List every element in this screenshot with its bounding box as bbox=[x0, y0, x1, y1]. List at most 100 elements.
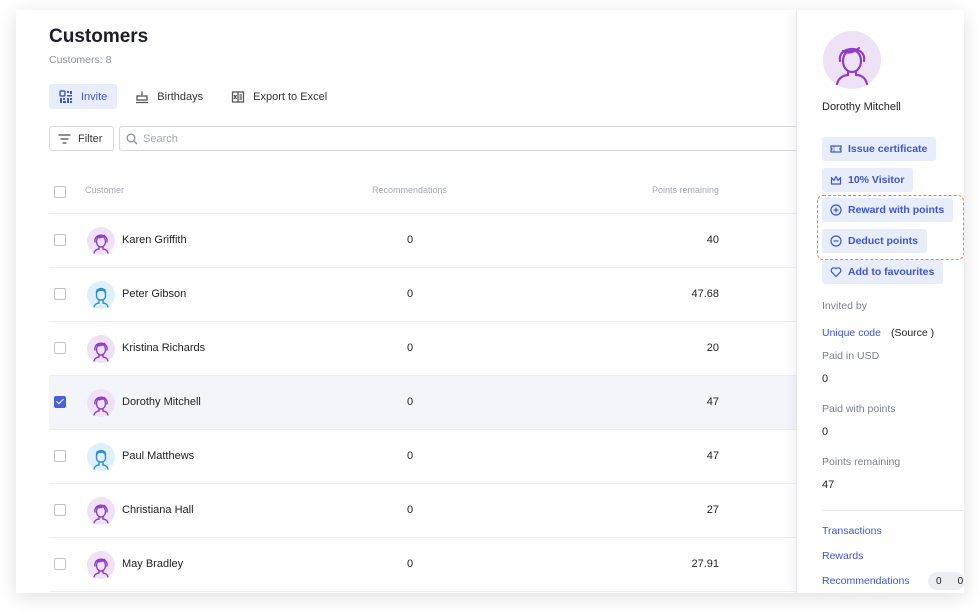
row-checkbox[interactable] bbox=[54, 234, 66, 246]
search-input[interactable] bbox=[143, 132, 743, 145]
customers-count: Customers: 8 bbox=[49, 54, 112, 66]
ticket-icon bbox=[830, 145, 842, 153]
recommendations-cell: 0 bbox=[407, 558, 414, 570]
recommendations-cell: 0 bbox=[407, 288, 414, 300]
issue-certificate-button[interactable]: Issue certificate bbox=[822, 137, 937, 161]
male-avatar-icon bbox=[87, 443, 115, 471]
table-row[interactable]: Peter Gibson 0 47.68 bbox=[49, 268, 796, 322]
recommendations-count-second: 0 bbox=[957, 575, 964, 587]
points-cell: 47.68 bbox=[691, 288, 719, 300]
points-cell: 40 bbox=[706, 234, 719, 246]
points-cell: 27.91 bbox=[691, 558, 719, 570]
visitor-status-label: 10% Visitor bbox=[848, 174, 905, 186]
add-favourites-button[interactable]: Add to favourites bbox=[822, 260, 944, 284]
minus-circle-icon bbox=[830, 235, 842, 247]
invite-button[interactable]: Invite bbox=[49, 84, 118, 109]
search-icon bbox=[126, 133, 138, 144]
plus-circle-icon bbox=[830, 204, 842, 216]
female-avatar-icon bbox=[87, 335, 115, 363]
invited-by-label: Invited by bbox=[822, 300, 867, 312]
table-row[interactable]: Kristina Richards 0 20 bbox=[49, 322, 796, 376]
issue-certificate-label: Issue certificate bbox=[848, 143, 928, 155]
customer-detail-panel: Dorothy Mitchell Issue certificate 10% V… bbox=[796, 10, 964, 593]
birthdays-label: Birthdays bbox=[157, 90, 204, 103]
invited-by-source: (Source ) bbox=[891, 327, 935, 339]
invite-label: Invite bbox=[81, 90, 108, 103]
toolbar: Invite Birthdays Export to Excel bbox=[49, 84, 337, 109]
customer-name-cell[interactable]: Dorothy Mitchell bbox=[122, 396, 201, 408]
table-row[interactable]: Paul Matthews 0 47 bbox=[49, 430, 796, 484]
unique-code-link[interactable]: Unique code bbox=[822, 327, 881, 339]
row-checkbox[interactable] bbox=[54, 396, 66, 408]
visitor-status-button[interactable]: 10% Visitor bbox=[822, 168, 914, 192]
paid-points-value: 0 bbox=[822, 426, 829, 438]
recommendations-cell: 0 bbox=[407, 450, 414, 462]
deduct-points-label: Deduct points bbox=[848, 235, 918, 247]
app-window: Customers Customers: 8 Invite Birthdays … bbox=[16, 10, 964, 593]
excel-icon bbox=[232, 90, 245, 103]
points-cell: 47 bbox=[706, 396, 719, 408]
reward-points-label: Reward with points bbox=[848, 204, 945, 216]
table-header: Customer Recommendations Points remainin… bbox=[49, 172, 796, 214]
paid-usd-label: Paid in USD bbox=[822, 350, 880, 362]
customer-name-cell[interactable]: May Bradley bbox=[122, 558, 183, 570]
export-label: Export to Excel bbox=[253, 90, 328, 103]
recommendations-cell: 0 bbox=[407, 234, 414, 246]
deduct-points-button[interactable]: Deduct points bbox=[822, 229, 927, 253]
reward-points-button[interactable]: Reward with points bbox=[822, 198, 954, 222]
filter-label: Filter bbox=[78, 132, 103, 145]
column-points: Points remaining bbox=[651, 185, 719, 195]
recommendations-cell: 0 bbox=[407, 342, 414, 354]
points-remaining-label: Points remaining bbox=[822, 456, 901, 468]
female-avatar-icon bbox=[87, 551, 115, 579]
customer-name-cell[interactable]: Christiana Hall bbox=[122, 504, 194, 516]
customer-name-cell[interactable]: Kristina Richards bbox=[122, 342, 205, 354]
search-box[interactable] bbox=[119, 126, 809, 151]
paid-points-label: Paid with points bbox=[822, 403, 896, 415]
column-recommendations: Recommendations bbox=[372, 185, 448, 195]
heart-icon bbox=[830, 267, 842, 278]
table-row[interactable]: Karen Griffith 0 40 bbox=[49, 214, 796, 268]
points-remaining-value: 47 bbox=[822, 479, 835, 491]
points-cell: 20 bbox=[706, 342, 719, 354]
table-row[interactable]: May Bradley 0 27.91 bbox=[49, 538, 796, 592]
cake-icon bbox=[136, 91, 149, 103]
points-cell: 27 bbox=[706, 504, 719, 516]
transactions-link[interactable]: Transactions bbox=[822, 525, 882, 537]
female-avatar-icon bbox=[87, 497, 115, 525]
rewards-link[interactable]: Rewards bbox=[822, 550, 863, 562]
points-cell: 47 bbox=[706, 450, 719, 462]
female-avatar-icon bbox=[87, 389, 115, 417]
row-checkbox[interactable] bbox=[54, 288, 66, 300]
female-avatar-icon bbox=[87, 227, 115, 255]
row-checkbox[interactable] bbox=[54, 342, 66, 354]
select-all-checkbox[interactable] bbox=[54, 186, 66, 198]
export-excel-button[interactable]: Export to Excel bbox=[221, 84, 337, 109]
customer-name-cell[interactable]: Peter Gibson bbox=[122, 288, 186, 300]
divider bbox=[822, 510, 964, 511]
filter-button[interactable]: Filter bbox=[49, 126, 114, 151]
page-title: Customers bbox=[49, 26, 149, 47]
paid-usd-value: 0 bbox=[822, 373, 829, 385]
table-row[interactable]: Dorothy Mitchell 0 47 bbox=[49, 376, 796, 430]
column-customer: Customer bbox=[85, 185, 125, 195]
row-checkbox[interactable] bbox=[54, 558, 66, 570]
recommendations-cell: 0 bbox=[407, 396, 414, 408]
table-row[interactable]: Christiana Hall 0 27 bbox=[49, 484, 796, 538]
customer-name-cell[interactable]: Paul Matthews bbox=[122, 450, 194, 462]
add-favourites-label: Add to favourites bbox=[848, 266, 935, 278]
customer-name-cell[interactable]: Karen Griffith bbox=[122, 234, 187, 246]
recommendations-count-first: 0 bbox=[936, 575, 942, 587]
row-checkbox[interactable] bbox=[54, 450, 66, 462]
filter-icon bbox=[58, 133, 71, 144]
recommendations-count-badge: 0 0 bbox=[928, 572, 964, 590]
crown-icon bbox=[830, 175, 842, 185]
female-avatar-icon bbox=[823, 31, 881, 89]
customer-name: Dorothy Mitchell bbox=[822, 101, 901, 113]
birthdays-button[interactable]: Birthdays bbox=[125, 84, 213, 109]
qr-code-icon bbox=[59, 89, 72, 103]
row-checkbox[interactable] bbox=[54, 504, 66, 516]
recommendations-link[interactable]: Recommendations bbox=[822, 575, 910, 587]
recommendations-cell: 0 bbox=[407, 504, 414, 516]
customers-main: Customers Customers: 8 Invite Birthdays … bbox=[16, 10, 809, 593]
